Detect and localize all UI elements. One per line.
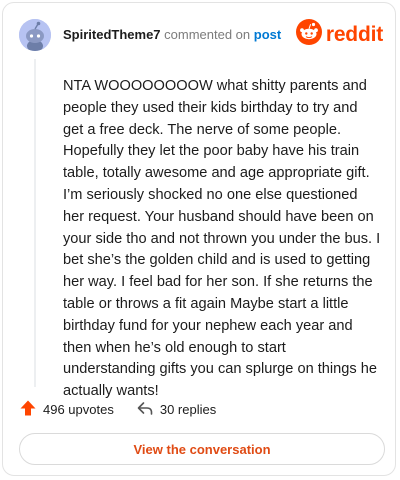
comment-meta: SpiritedTheme7 commented on post	[63, 27, 281, 42]
post-link[interactable]: post	[254, 27, 281, 42]
replies-button[interactable]: 30 replies	[136, 399, 216, 420]
username[interactable]: SpiritedTheme7	[63, 27, 161, 42]
upvote-count: 496 upvotes	[43, 402, 114, 417]
view-conversation-button[interactable]: View the conversation	[19, 433, 385, 465]
upvote-arrow-icon	[19, 399, 37, 420]
reply-arrow-icon	[136, 399, 154, 420]
comment-card: SpiritedTheme7 commented on post reddit …	[2, 2, 396, 476]
comment-actions: 496 upvotes 30 replies	[19, 399, 238, 420]
reply-count: 30 replies	[159, 402, 217, 417]
comment-body: NTA WOOOOOOOOW what shitty parents and p…	[63, 78, 381, 400]
snoo-avatar-icon[interactable]	[19, 19, 51, 51]
thread-line	[34, 59, 36, 387]
reddit-brand[interactable]: reddit	[295, 19, 383, 50]
reddit-logo-icon	[295, 19, 322, 50]
upvote-button[interactable]: 496 upvotes	[19, 399, 114, 420]
brand-name: reddit	[325, 22, 383, 46]
action-text: commented on	[160, 27, 254, 42]
